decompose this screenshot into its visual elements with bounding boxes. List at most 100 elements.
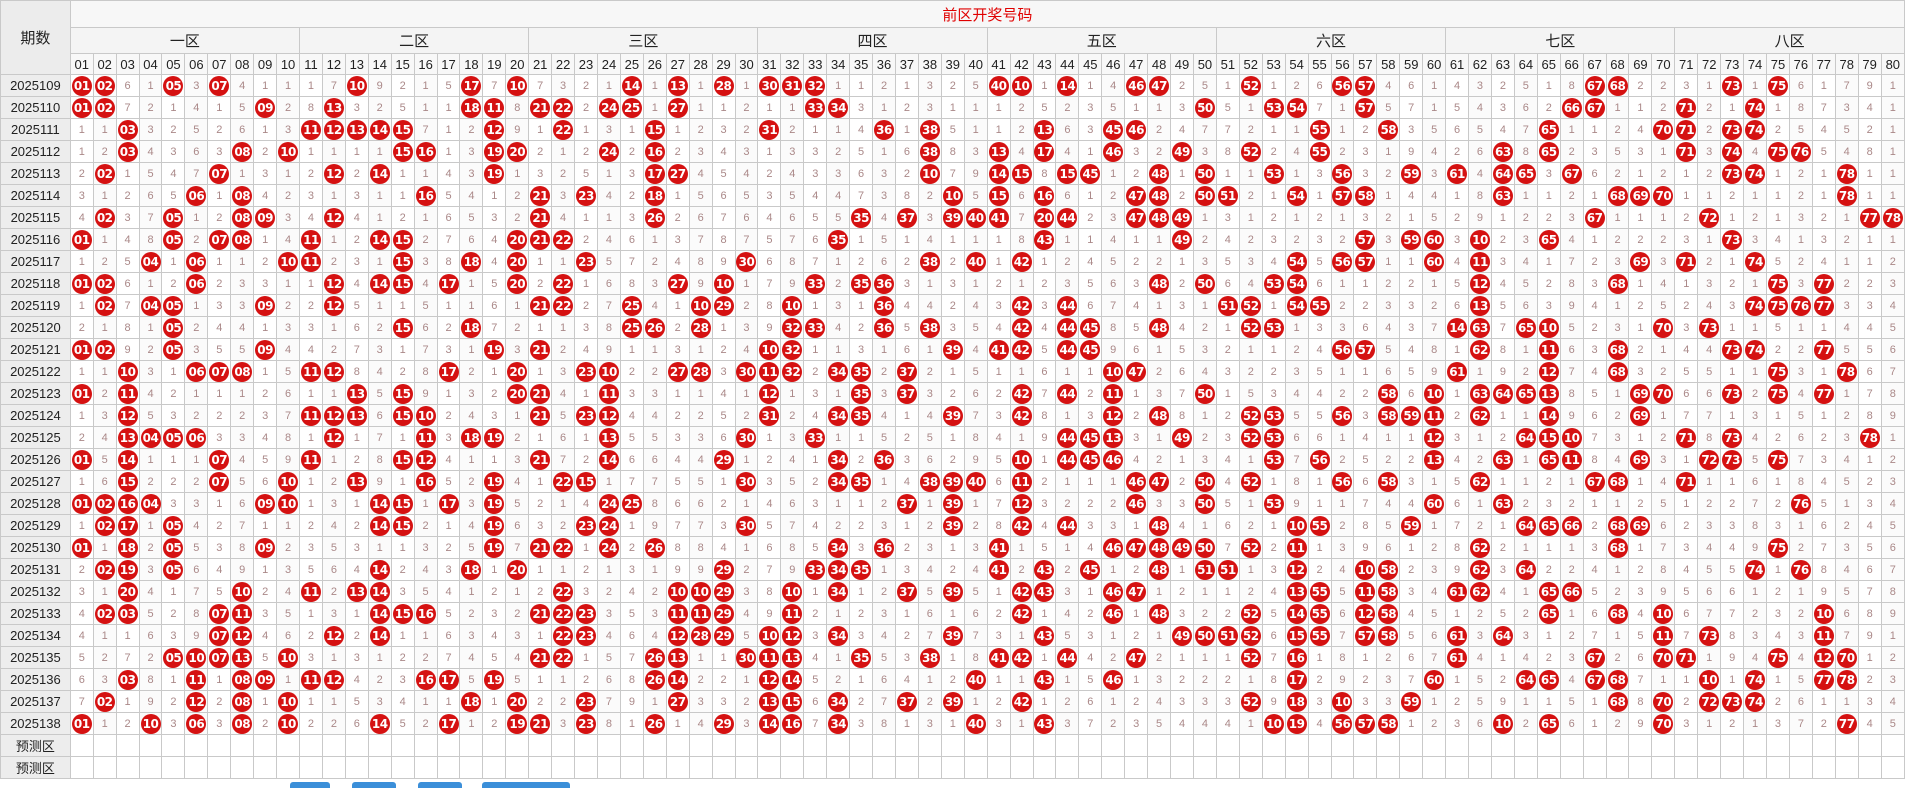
prediction-cell[interactable] [505,756,530,779]
prediction-cell[interactable] [1811,756,1836,779]
prediction-cell[interactable] [1880,734,1905,757]
prediction-cell[interactable] [1720,734,1745,757]
prediction-cell[interactable] [986,734,1011,757]
prediction-cell[interactable] [1468,756,1492,779]
prediction-cell[interactable] [1582,756,1607,779]
prediction-cell[interactable] [161,756,186,779]
prediction-cell[interactable] [1513,734,1538,757]
prediction-cell[interactable] [367,756,392,779]
prediction-cell[interactable] [1399,756,1424,779]
prediction-cell[interactable] [734,734,759,757]
prediction-cell[interactable] [161,734,186,757]
scroll-tab-3[interactable] [418,782,462,788]
prediction-cell[interactable] [1330,756,1355,779]
prediction-cell[interactable] [1032,734,1057,757]
scroll-tab-2[interactable] [352,782,396,788]
prediction-cell[interactable] [390,734,415,757]
prediction-cell[interactable] [688,756,713,779]
prediction-cell[interactable] [872,734,896,757]
prediction-cell[interactable] [917,756,942,779]
prediction-cell[interactable] [551,734,576,757]
prediction-cell[interactable] [1170,756,1194,779]
prediction-cell[interactable] [184,756,209,779]
prediction-cell[interactable] [1445,734,1470,757]
prediction-cell[interactable] [367,734,392,757]
prediction-cell[interactable] [1376,756,1401,779]
prediction-cell[interactable] [849,756,874,779]
prediction-cell[interactable] [1101,734,1126,757]
prediction-cell[interactable] [1376,734,1401,757]
prediction-cell[interactable] [299,734,323,757]
prediction-cell[interactable] [1192,756,1217,779]
prediction-cell[interactable] [1009,734,1034,757]
prediction-cell[interactable] [1009,756,1034,779]
prediction-cell[interactable] [138,734,163,757]
prediction-cell[interactable] [1605,734,1630,757]
prediction-cell[interactable] [688,734,713,757]
prediction-cell[interactable] [711,734,736,757]
prediction-cell[interactable] [184,734,209,757]
prediction-cell[interactable] [803,734,828,757]
prediction-cell[interactable] [1399,734,1424,757]
prediction-cell[interactable] [207,734,232,757]
prediction-cell[interactable] [138,756,163,779]
prediction-cell[interactable] [1582,734,1607,757]
prediction-cell[interactable] [253,734,278,757]
prediction-cell[interactable] [230,756,255,779]
prediction-cell[interactable] [1834,756,1859,779]
prediction-cell[interactable] [92,734,117,757]
prediction-cell[interactable] [1697,756,1722,779]
prediction-cell[interactable] [1055,734,1080,757]
prediction-cell[interactable] [390,756,415,779]
prediction-cell[interactable] [344,756,369,779]
prediction-cell[interactable] [917,734,942,757]
prediction-cell[interactable] [1651,756,1676,779]
prediction-cell[interactable] [940,756,965,779]
prediction-cell[interactable] [894,756,919,779]
prediction-cell[interactable] [1353,734,1378,757]
prediction-cell[interactable] [597,756,621,779]
prediction-cell[interactable] [1697,734,1722,757]
prediction-cell[interactable] [1307,756,1332,779]
prediction-cell[interactable] [436,734,461,757]
prediction-cell[interactable] [619,734,644,757]
prediction-cell[interactable] [780,734,805,757]
prediction-cell[interactable] [665,756,690,779]
prediction-cell[interactable] [1147,734,1172,757]
prediction-cell[interactable] [734,756,759,779]
prediction-cell[interactable] [344,734,369,757]
prediction-cell[interactable] [665,734,690,757]
scroll-tab-4[interactable] [482,782,570,788]
prediction-cell[interactable] [1834,734,1859,757]
prediction-cell[interactable] [1651,734,1676,757]
prediction-cell[interactable] [1330,734,1355,757]
prediction-cell[interactable] [92,756,117,779]
prediction-cell[interactable] [276,756,301,779]
prediction-cell[interactable] [1170,734,1194,757]
prediction-cell[interactable] [1536,734,1561,757]
prediction-cell[interactable] [299,756,323,779]
scroll-tab-1[interactable] [290,782,330,788]
prediction-cell[interactable] [1743,756,1768,779]
prediction-cell[interactable] [826,734,851,757]
prediction-cell[interactable] [413,756,438,779]
prediction-cell[interactable] [1536,756,1561,779]
prediction-cell[interactable] [482,756,507,779]
prediction-cell[interactable] [1192,734,1217,757]
prediction-cell[interactable] [780,756,805,779]
prediction-cell[interactable] [1284,756,1309,779]
prediction-cell[interactable] [1788,734,1813,757]
prediction-cell[interactable] [528,756,553,779]
prediction-cell[interactable] [940,734,965,757]
prediction-cell[interactable] [1238,756,1263,779]
prediction-cell[interactable] [1628,734,1653,757]
prediction-cell[interactable] [1788,756,1813,779]
prediction-cell[interactable] [1559,756,1584,779]
prediction-cell[interactable] [711,756,736,779]
prediction-cell[interactable] [207,756,232,779]
prediction-cell[interactable] [963,756,988,779]
prediction-cell[interactable] [1078,734,1103,757]
prediction-cell[interactable] [986,756,1011,779]
prediction-cell[interactable] [321,734,346,757]
prediction-cell[interactable] [1307,734,1332,757]
